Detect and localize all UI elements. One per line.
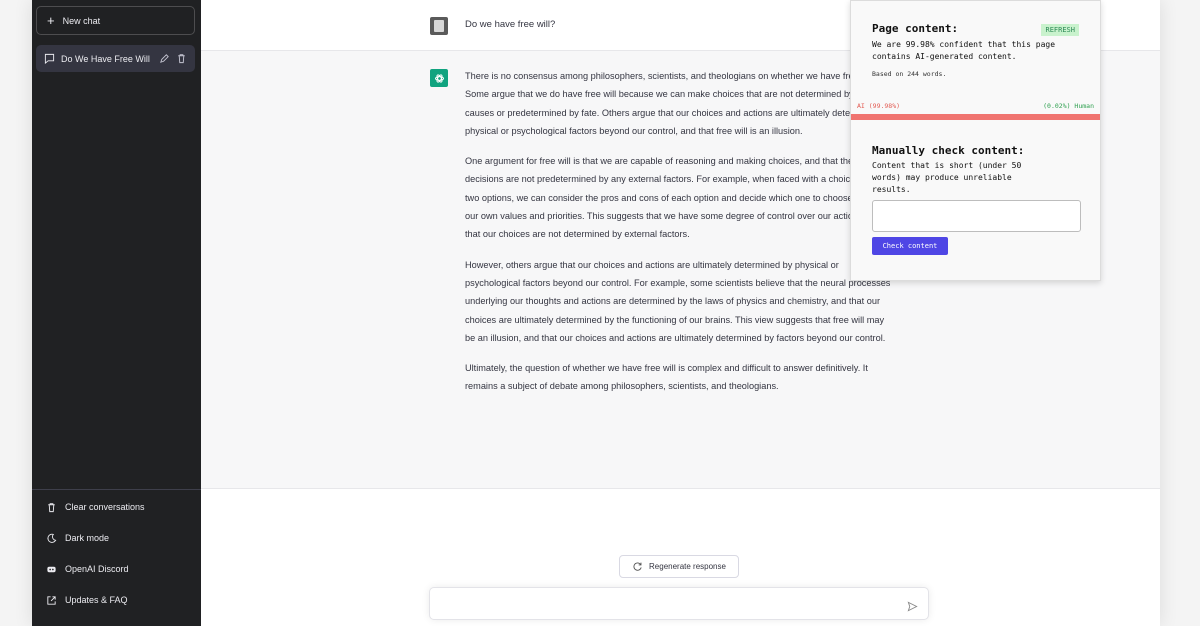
answer-paragraph: There is no consensus among philosophers…: [465, 71, 891, 136]
assistant-answer: There is no consensus among philosophers…: [465, 67, 895, 408]
clear-conversations-label: Clear conversations: [65, 502, 145, 512]
updates-faq-link[interactable]: Updates & FAQ: [36, 587, 195, 613]
discord-icon: [46, 564, 57, 575]
regenerate-label: Regenerate response: [649, 562, 726, 571]
refresh-icon: [632, 561, 643, 572]
answer-paragraph: Ultimately, the question of whether we h…: [465, 363, 868, 392]
human-percentage-label: (0.02%) Human: [1043, 102, 1094, 110]
answer-paragraph: One argument for free will is that we ar…: [465, 156, 894, 240]
send-icon[interactable]: [907, 599, 918, 612]
check-content-button[interactable]: Check content: [872, 237, 948, 255]
clear-conversations-button[interactable]: Clear conversations: [36, 494, 195, 520]
dark-mode-label: Dark mode: [65, 533, 110, 543]
openai-discord-link[interactable]: OpenAI Discord: [36, 556, 195, 582]
external-link-icon: [46, 595, 57, 606]
sidebar-footer: Clear conversations Dark mode OpenAI Dis…: [32, 489, 201, 626]
sidebar: + New chat Do We Have Free Will Clear co…: [32, 0, 201, 626]
word-count-text: Based on 244 words.: [872, 70, 947, 78]
delete-trash-icon[interactable]: [176, 53, 187, 64]
regenerate-response-button[interactable]: Regenerate response: [619, 555, 739, 578]
dark-mode-button[interactable]: Dark mode: [36, 525, 195, 551]
avatar: [430, 17, 448, 35]
sidebar-item-conversation[interactable]: Do We Have Free Will: [36, 45, 195, 72]
refresh-button[interactable]: REFRESH: [1041, 24, 1079, 36]
conversation-title: Do We Have Free Will: [61, 53, 150, 64]
page-content-title: Page content:: [872, 22, 959, 35]
moon-icon: [46, 533, 57, 544]
chat-app-window: + New chat Do We Have Free Will Clear co…: [32, 0, 1160, 626]
ai-percentage-label: AI (99.98%): [857, 102, 901, 110]
new-chat-label: New chat: [62, 15, 101, 26]
discord-label: OpenAI Discord: [65, 564, 129, 574]
manual-check-note: Content that is short (under 50 words) m…: [872, 161, 1022, 194]
edit-pencil-icon[interactable]: [159, 53, 170, 64]
plus-icon: +: [47, 13, 55, 28]
ai-human-bar: [851, 114, 1100, 120]
manual-content-input[interactable]: [872, 200, 1081, 232]
message-input[interactable]: [440, 596, 904, 614]
confidence-text: We are 99.98% confident that this page c…: [872, 40, 1056, 61]
new-chat-button[interactable]: + New chat: [36, 6, 195, 35]
ai-detector-popup: Page content: REFRESH We are 99.98% conf…: [850, 0, 1101, 281]
trash-icon: [46, 502, 57, 513]
openai-logo-icon: [430, 69, 448, 87]
answer-paragraph: However, others argue that our choices a…: [465, 259, 891, 343]
manual-check-title: Manually check content:: [872, 144, 1025, 157]
updates-faq-label: Updates & FAQ: [65, 595, 128, 605]
message-input-box: [429, 587, 929, 620]
chat-bubble-icon: [44, 53, 55, 64]
user-message-text: Do we have free will?: [465, 19, 556, 30]
